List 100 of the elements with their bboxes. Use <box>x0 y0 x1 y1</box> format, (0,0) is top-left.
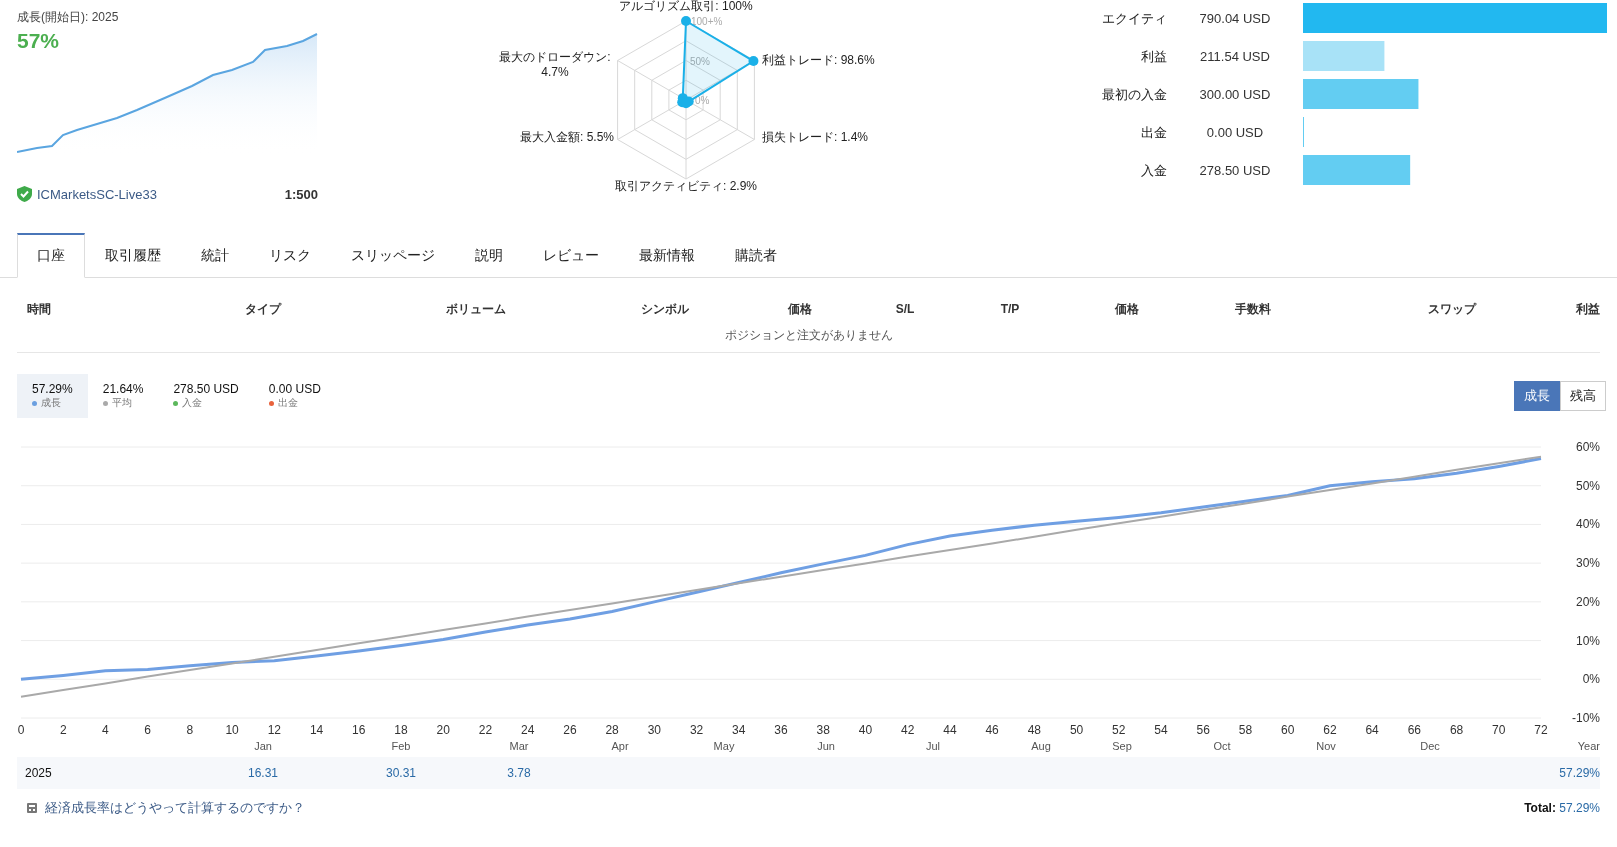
y-axis-label: 0% <box>1582 672 1600 687</box>
tab[interactable]: 統計 <box>181 233 249 278</box>
x-axis-label: 30 <box>647 723 661 735</box>
x-axis-label: 54 <box>1154 723 1168 735</box>
year-label: 2025 <box>24 766 53 780</box>
x-axis-label: 34 <box>732 723 746 735</box>
bar-category-label: エクイティ <box>1102 11 1167 26</box>
bar-value-label: 0.00 USD <box>1206 125 1264 140</box>
bar-category-label: 入金 <box>1141 163 1167 178</box>
column-header: ボリューム <box>446 300 506 318</box>
month-label: Oct <box>1212 740 1232 752</box>
tab[interactable]: スリッページ <box>331 233 455 278</box>
radar-label: 損失トレード: 1.4% <box>762 129 869 146</box>
x-axis-label: 66 <box>1407 723 1421 735</box>
column-header: 価格 <box>1115 300 1139 318</box>
column-header: 価格 <box>788 300 812 318</box>
month-label: Jan <box>253 740 273 752</box>
tab[interactable]: 取引履歴 <box>85 233 181 278</box>
year-total-value: 57.29% <box>1559 766 1600 780</box>
x-axis-label: 52 <box>1112 723 1126 735</box>
column-header: S/L <box>895 302 915 316</box>
x-axis-label: 24 <box>521 723 535 735</box>
month-label: Nov <box>1315 740 1337 752</box>
legend-item[interactable]: 278.50 USD 入金 <box>158 374 254 418</box>
month-label: Aug <box>1030 740 1052 752</box>
tab[interactable]: 口座 <box>17 233 85 278</box>
radar-label: アルゴリズム取引: 100% <box>618 0 754 15</box>
legend-value: 0.00 USD <box>268 382 321 396</box>
legend-item[interactable]: 57.29% 成長 <box>17 374 88 418</box>
shield-check-icon <box>17 186 32 202</box>
legend-item[interactable]: 21.64% 平均 <box>87 374 159 418</box>
month-label: Mar <box>508 740 530 752</box>
tab[interactable]: 最新情報 <box>619 233 715 278</box>
x-axis-label: 20 <box>436 723 450 735</box>
x-axis-label: 58 <box>1238 723 1253 735</box>
x-axis-label: 60 <box>1281 723 1295 735</box>
legend-label: 出金 <box>277 396 298 410</box>
month-growth-value: 3.78 <box>507 766 531 780</box>
x-axis-label: 16 <box>352 723 366 735</box>
x-axis-label: 8 <box>186 723 194 735</box>
column-header: 利益 <box>1576 300 1600 318</box>
y-axis-label: 60% <box>1575 440 1600 454</box>
x-axis-label: 56 <box>1196 723 1210 735</box>
x-axis-label: 4 <box>102 723 109 735</box>
x-axis-label: 22 <box>478 723 493 735</box>
month-label: Jul <box>924 740 942 752</box>
x-axis-label: 48 <box>1027 723 1041 735</box>
calculator-icon <box>27 803 37 813</box>
tab[interactable]: 説明 <box>455 233 523 278</box>
y-axis-label: 50% <box>1575 478 1600 493</box>
x-axis-label: 2 <box>59 723 67 735</box>
month-growth-value: 30.31 <box>386 766 416 780</box>
column-header: 手数料 <box>1235 300 1271 318</box>
legend-label: 平均 <box>111 396 132 410</box>
x-axis-label: 12 <box>267 723 281 735</box>
month-growth-value: 16.31 <box>248 766 278 780</box>
tab[interactable]: リスク <box>249 233 331 278</box>
legend-value: 57.29% <box>32 382 73 396</box>
x-axis-label: 68 <box>1449 723 1464 735</box>
bar-value-label: 211.54 USD <box>1200 49 1270 64</box>
column-header: タイプ <box>245 300 281 318</box>
bar-value-label: 300.00 USD <box>1199 87 1271 102</box>
x-axis-label: 36 <box>774 723 788 735</box>
radar-label: 最大のドローダウン: 4.7% <box>498 50 612 80</box>
x-axis-label: 44 <box>943 723 957 735</box>
month-label: Year <box>1576 740 1600 752</box>
growth-value: 57% <box>17 29 61 53</box>
x-axis-label: 14 <box>309 723 324 735</box>
month-label: Dec <box>1419 740 1441 752</box>
view-toggle-button[interactable]: 残高 <box>1560 381 1606 411</box>
x-axis-label: 42 <box>901 723 915 735</box>
column-header: T/P <box>1000 302 1020 316</box>
tab[interactable]: 購読者 <box>715 233 797 278</box>
x-axis-label: 62 <box>1323 723 1337 735</box>
broker-server-link[interactable]: ICMarketsSC-Live33 <box>37 186 157 202</box>
x-axis-label: 32 <box>689 723 704 735</box>
bar-category-label: 出金 <box>1141 125 1167 140</box>
x-axis-label: 26 <box>563 723 577 735</box>
empty-message: ポジションと注文がありません <box>724 328 893 342</box>
column-header: スワップ <box>1428 300 1476 318</box>
total-value: 57.29% <box>1559 801 1600 815</box>
x-axis-label: 0 <box>17 723 25 735</box>
y-axis-label: 40% <box>1575 517 1600 532</box>
bar-category-label: 利益 <box>1141 49 1167 64</box>
tab[interactable]: レビュー <box>523 233 619 278</box>
y-axis-label: 30% <box>1575 556 1600 571</box>
x-axis-label: 40 <box>858 723 873 735</box>
growth-calculation-link[interactable]: 経済成長率はどうやって計算するのですか？ <box>45 799 305 817</box>
month-label: Feb <box>390 740 412 752</box>
radar-label: 利益トレード: 98.6% <box>762 52 875 69</box>
total-label: Total: <box>1524 801 1556 815</box>
view-toggle-button[interactable]: 成長 <box>1514 381 1560 411</box>
x-axis-label: 72 <box>1534 723 1548 735</box>
legend-item[interactable]: 0.00 USD 出金 <box>253 374 336 418</box>
month-label: Jun <box>816 740 836 752</box>
x-axis-label: 64 <box>1365 723 1379 735</box>
legend-label: 成長 <box>41 396 61 410</box>
x-axis-label: 38 <box>816 723 830 735</box>
month-label: May <box>712 740 736 752</box>
x-axis-label: 10 <box>225 723 239 735</box>
